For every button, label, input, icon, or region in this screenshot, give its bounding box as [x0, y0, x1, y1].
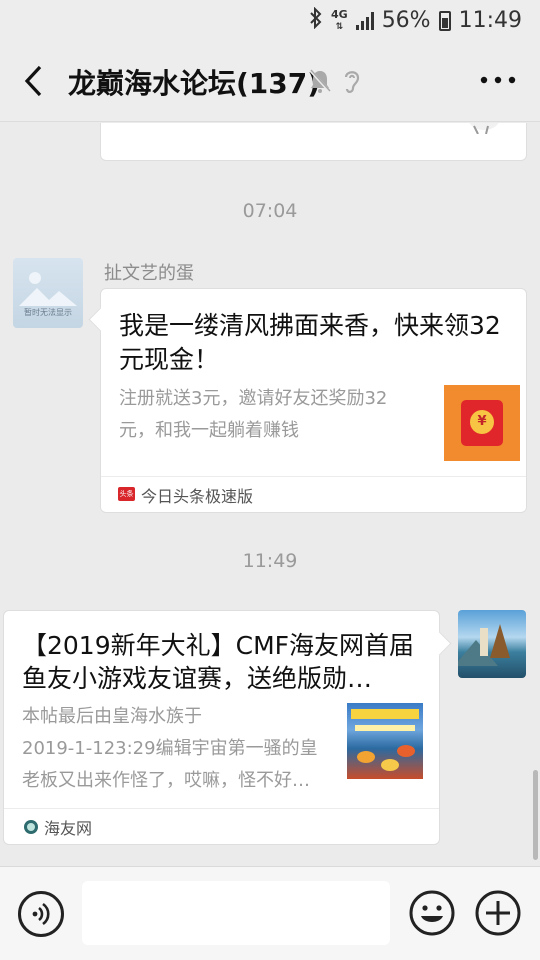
link-card-article[interactable]: 【2019新年大礼】CMF海友网首届鱼友小游戏友谊赛，送绝版勋… 本帖最后由皇海…	[3, 610, 440, 845]
voice-icon	[32, 902, 50, 926]
toutiao-icon: 头条	[118, 487, 135, 501]
card-title: 【2019新年大礼】CMF海友网首届鱼友小游戏友谊赛，送绝版勋…	[22, 631, 415, 693]
haiyou-icon	[24, 820, 38, 834]
signal-icon	[355, 11, 374, 30]
sender-name: 扯文艺的蛋	[104, 263, 194, 284]
clock: 11:49	[458, 8, 522, 33]
scrollbar[interactable]	[533, 770, 538, 860]
mute-icon	[308, 68, 332, 94]
card-source: 海友网	[4, 808, 439, 844]
timestamp: 11:49	[242, 550, 298, 572]
emoji-icon[interactable]	[408, 889, 456, 937]
message-input[interactable]	[82, 881, 390, 945]
message-list[interactable]: 07:04 暂时无法显示 扯文艺的蛋 我是一缕清风拂面来香，快来领32元现金！ …	[0, 123, 540, 865]
status-bar: 4G ⇅ 56% 11:49	[0, 0, 540, 40]
network-4g-icon: 4G ⇅	[331, 7, 348, 32]
battery-percent: 56%	[381, 8, 431, 33]
avatar[interactable]: 暂时无法显示	[13, 258, 83, 328]
chat-header: 龙巅海水论坛(137)	[0, 40, 540, 122]
fish-game-thumbnail	[347, 703, 423, 779]
voice-button[interactable]	[18, 891, 64, 937]
source-label: 海友网	[44, 819, 93, 838]
gift-thumbnail	[469, 123, 499, 134]
input-bar	[0, 866, 540, 960]
bluetooth-icon	[309, 6, 323, 34]
card-description: 本帖最后由皇海水族于 2019-1-123:29编辑宇宙第一骚的皇 老板又出来作…	[22, 706, 318, 791]
my-avatar[interactable]	[458, 610, 526, 678]
message-card-partial[interactable]	[100, 123, 527, 161]
back-icon[interactable]	[20, 64, 50, 98]
card-source: 头条 今日头条极速版	[101, 476, 526, 512]
red-envelope-icon: ¥	[444, 385, 520, 461]
timestamp: 07:04	[242, 200, 298, 222]
ear-icon	[344, 71, 360, 93]
battery-icon	[438, 10, 451, 31]
chat-title: 龙巅海水论坛(137)	[68, 67, 321, 100]
plus-icon[interactable]	[474, 889, 522, 937]
card-description: 注册就送3元，邀请好友还奖励32元，和我一起躺着赚钱	[119, 388, 388, 441]
avatar-caption: 暂时无法显示	[24, 308, 72, 317]
more-icon[interactable]	[478, 68, 518, 92]
link-card-red-packet[interactable]: 我是一缕清风拂面来香，快来领32元现金！ 注册就送3元，邀请好友还奖励32元，和…	[100, 288, 527, 513]
source-label: 今日头条极速版	[141, 487, 254, 506]
card-title: 我是一缕清风拂面来香，快来领32元现金！	[119, 311, 501, 374]
